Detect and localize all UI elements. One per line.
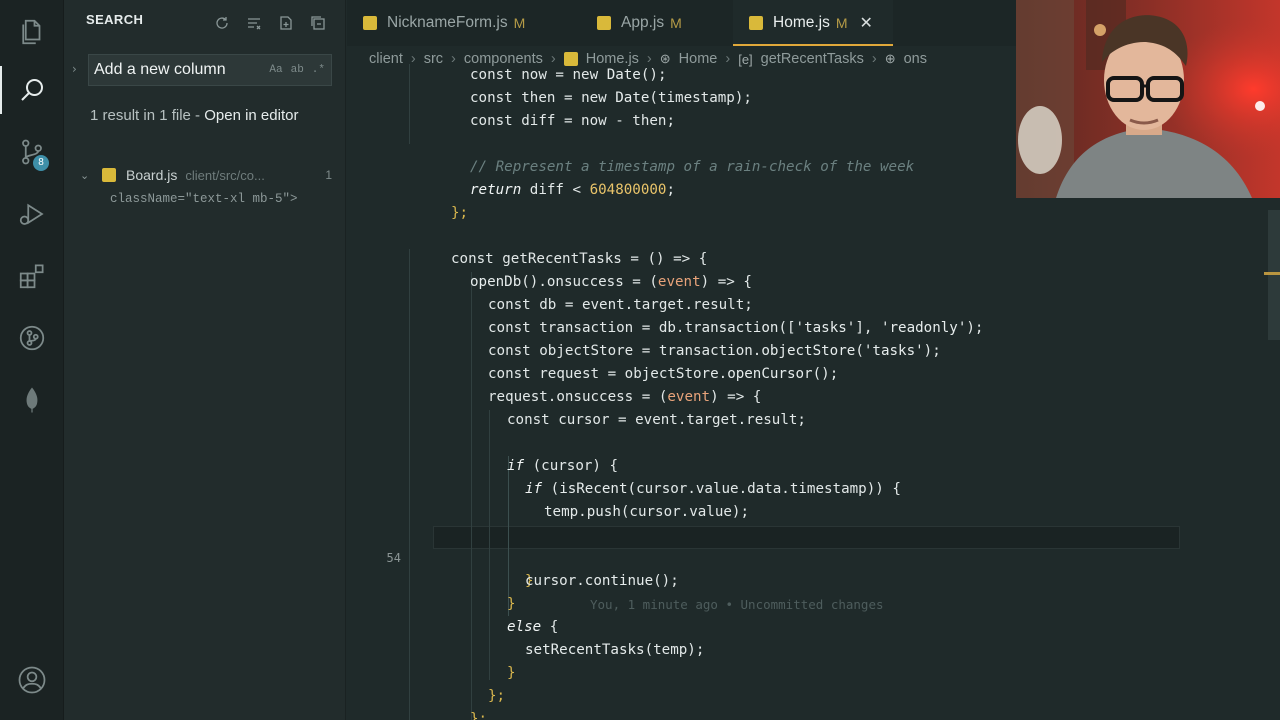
result-file-name: Board.js [126, 167, 178, 183]
code-line: }; [488, 688, 506, 704]
js-file-icon [597, 16, 611, 30]
result-match-line[interactable]: className="text-xl mb-5"> [110, 192, 342, 212]
search-input-box: Aa ab .* [88, 54, 332, 86]
match-whole-word-toggle[interactable]: ab [291, 64, 304, 76]
chevron-down-icon[interactable]: ⌄ [80, 169, 94, 182]
new-search-editor-icon[interactable] [275, 12, 297, 34]
git-graph-icon[interactable] [0, 310, 64, 366]
code-line: const getRecentTasks = () => { [451, 251, 708, 267]
code-line: const transaction = db.transaction(['tas… [488, 320, 984, 336]
code-line: const request = objectStore.openCursor()… [488, 366, 839, 382]
webcam-overlay [1016, 0, 1280, 198]
activity-bar: 8 [0, 0, 64, 720]
extensions-icon[interactable] [0, 248, 64, 304]
result-match-count: 1 [325, 168, 332, 182]
result-count-text: 1 result in 1 file - [90, 107, 205, 124]
code-line: } [507, 596, 516, 612]
code-line: if (isRecent(cursor.value.data.timestamp… [525, 481, 901, 497]
source-control-badge: 8 [33, 155, 49, 171]
code-line: request.onsuccess = (event) => { [488, 389, 762, 405]
search-sidebar: SEARCH › Aa ab .* 1 result in 1 file - O… [64, 0, 346, 720]
account-icon[interactable] [0, 652, 64, 708]
search-icon[interactable] [0, 62, 64, 118]
open-in-editor-link[interactable]: Open in editor [204, 107, 298, 124]
sidebar-title: SEARCH [86, 12, 144, 27]
modified-indicator: M [513, 15, 526, 31]
tab-label: NicknameForm.js [387, 14, 508, 31]
toggle-replace-chevron-icon[interactable]: › [72, 62, 77, 76]
sidebar-actions [211, 12, 329, 34]
webcam-person-image [1016, 0, 1280, 198]
code-line: const objectStore = transaction.objectSt… [488, 343, 941, 359]
overview-ruler-mark [1264, 272, 1280, 275]
tab-home[interactable]: Home.js M ✕ [733, 0, 893, 46]
tab-label: App.js [621, 14, 665, 31]
code-line: cursor.continue(); [525, 573, 679, 589]
leaf-icon[interactable] [0, 372, 64, 428]
run-debug-icon[interactable] [0, 186, 64, 242]
js-file-icon [749, 16, 763, 30]
code-line: setRecentTasks(temp); [525, 642, 705, 658]
result-file-path: client/src/co... [185, 167, 265, 183]
modified-indicator: M [835, 15, 848, 31]
code-line: }; [451, 205, 469, 221]
modified-indicator: M [670, 15, 682, 31]
code-line: const db = event.target.result; [488, 297, 753, 313]
code-line: const cursor = event.target.result; [507, 412, 806, 428]
tab-nicknameform[interactable]: NicknameForm.js M [347, 0, 581, 46]
collapse-all-icon[interactable] [307, 12, 329, 34]
code-line: } [507, 665, 516, 681]
result-file-row[interactable]: ⌄ Board.js client/src/co... 1 [80, 164, 340, 186]
code-line: temp.push(cursor.value); [544, 504, 750, 520]
clear-results-icon[interactable] [243, 12, 265, 34]
js-file-icon [363, 16, 377, 30]
js-file-icon [102, 168, 116, 182]
refresh-icon[interactable] [211, 12, 233, 34]
source-control-icon[interactable]: 8 [0, 124, 64, 180]
code-comment: // Represent a timestamp of a rain-check… [470, 159, 915, 175]
search-input[interactable] [94, 61, 244, 79]
code-line: openDb().onsuccess = (event) => { [470, 274, 752, 290]
tab-label: Home.js [773, 14, 830, 31]
close-icon[interactable]: ✕ [860, 13, 873, 33]
code-line: else { [507, 619, 559, 635]
files-icon[interactable] [0, 4, 64, 60]
tab-app[interactable]: App.js M [581, 0, 733, 46]
code-line: if (cursor) { [507, 458, 619, 474]
editor-scrollbar[interactable] [1268, 210, 1280, 340]
match-case-toggle[interactable]: Aa [269, 64, 282, 76]
code-line-current: 54 } You, 1 minute ago • Uncommitted cha… [347, 524, 1280, 612]
result-summary: 1 result in 1 file - Open in editor [90, 104, 330, 127]
regex-toggle[interactable]: .* [312, 64, 325, 76]
code-line: }; [470, 711, 488, 720]
